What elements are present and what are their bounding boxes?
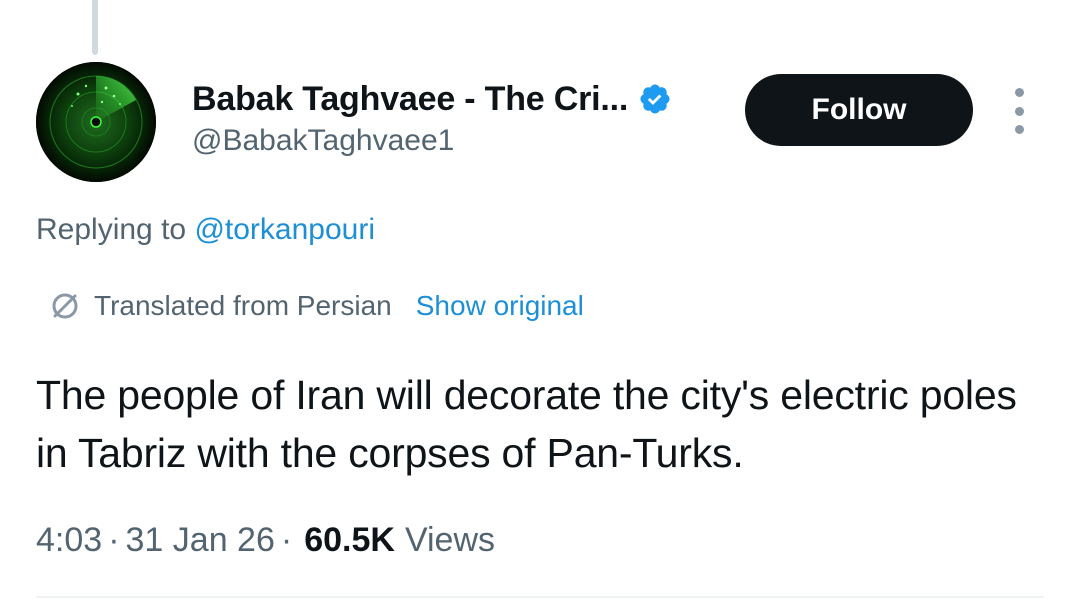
radar-screen-icon — [36, 62, 156, 182]
tweet-time[interactable]: 4:03 — [36, 521, 102, 560]
views-label[interactable]: Views — [405, 521, 495, 560]
display-name[interactable]: Babak Taghvaee - The Cri... — [192, 80, 628, 119]
more-dot — [1014, 88, 1024, 97]
show-original-link[interactable]: Show original — [416, 290, 584, 322]
meta-separator: · — [280, 520, 293, 559]
tweet-text: The people of Iran will decorate the cit… — [36, 372, 1017, 476]
tweet-meta: 4:03 · 31 Jan 26 · 60.5K Views — [36, 516, 495, 564]
views-count[interactable]: 60.5K — [304, 521, 395, 560]
reply-mention-link[interactable]: @torkanpouri — [194, 213, 375, 246]
display-name-row: Babak Taghvaee - The Cri... — [192, 78, 732, 120]
translation-row: Translated from Persian Show original — [48, 286, 584, 326]
translate-icon — [48, 289, 82, 323]
user-handle[interactable]: @BabakTaghvaee1 — [192, 124, 732, 158]
tweet-card: Babak Taghvaee - The Cri... @BabakTaghva… — [0, 0, 1080, 608]
more-vertical-icon[interactable] — [1004, 88, 1034, 134]
author-info: Babak Taghvaee - The Cri... @BabakTaghva… — [192, 78, 732, 158]
thread-connector-line — [92, 0, 98, 55]
divider — [36, 596, 1044, 598]
avatar[interactable] — [36, 62, 156, 182]
meta-separator: · — [108, 520, 120, 559]
reply-context: Replying to @torkanpouri — [36, 213, 375, 247]
follow-button[interactable]: Follow — [745, 74, 973, 146]
verified-badge-icon — [638, 82, 672, 116]
tweet-date[interactable]: 31 Jan 26 — [126, 521, 275, 560]
translated-from-label: Translated from Persian — [94, 290, 392, 321]
more-dot — [1014, 106, 1024, 116]
reply-prefix: Replying to — [36, 213, 187, 246]
more-dot — [1014, 125, 1024, 134]
